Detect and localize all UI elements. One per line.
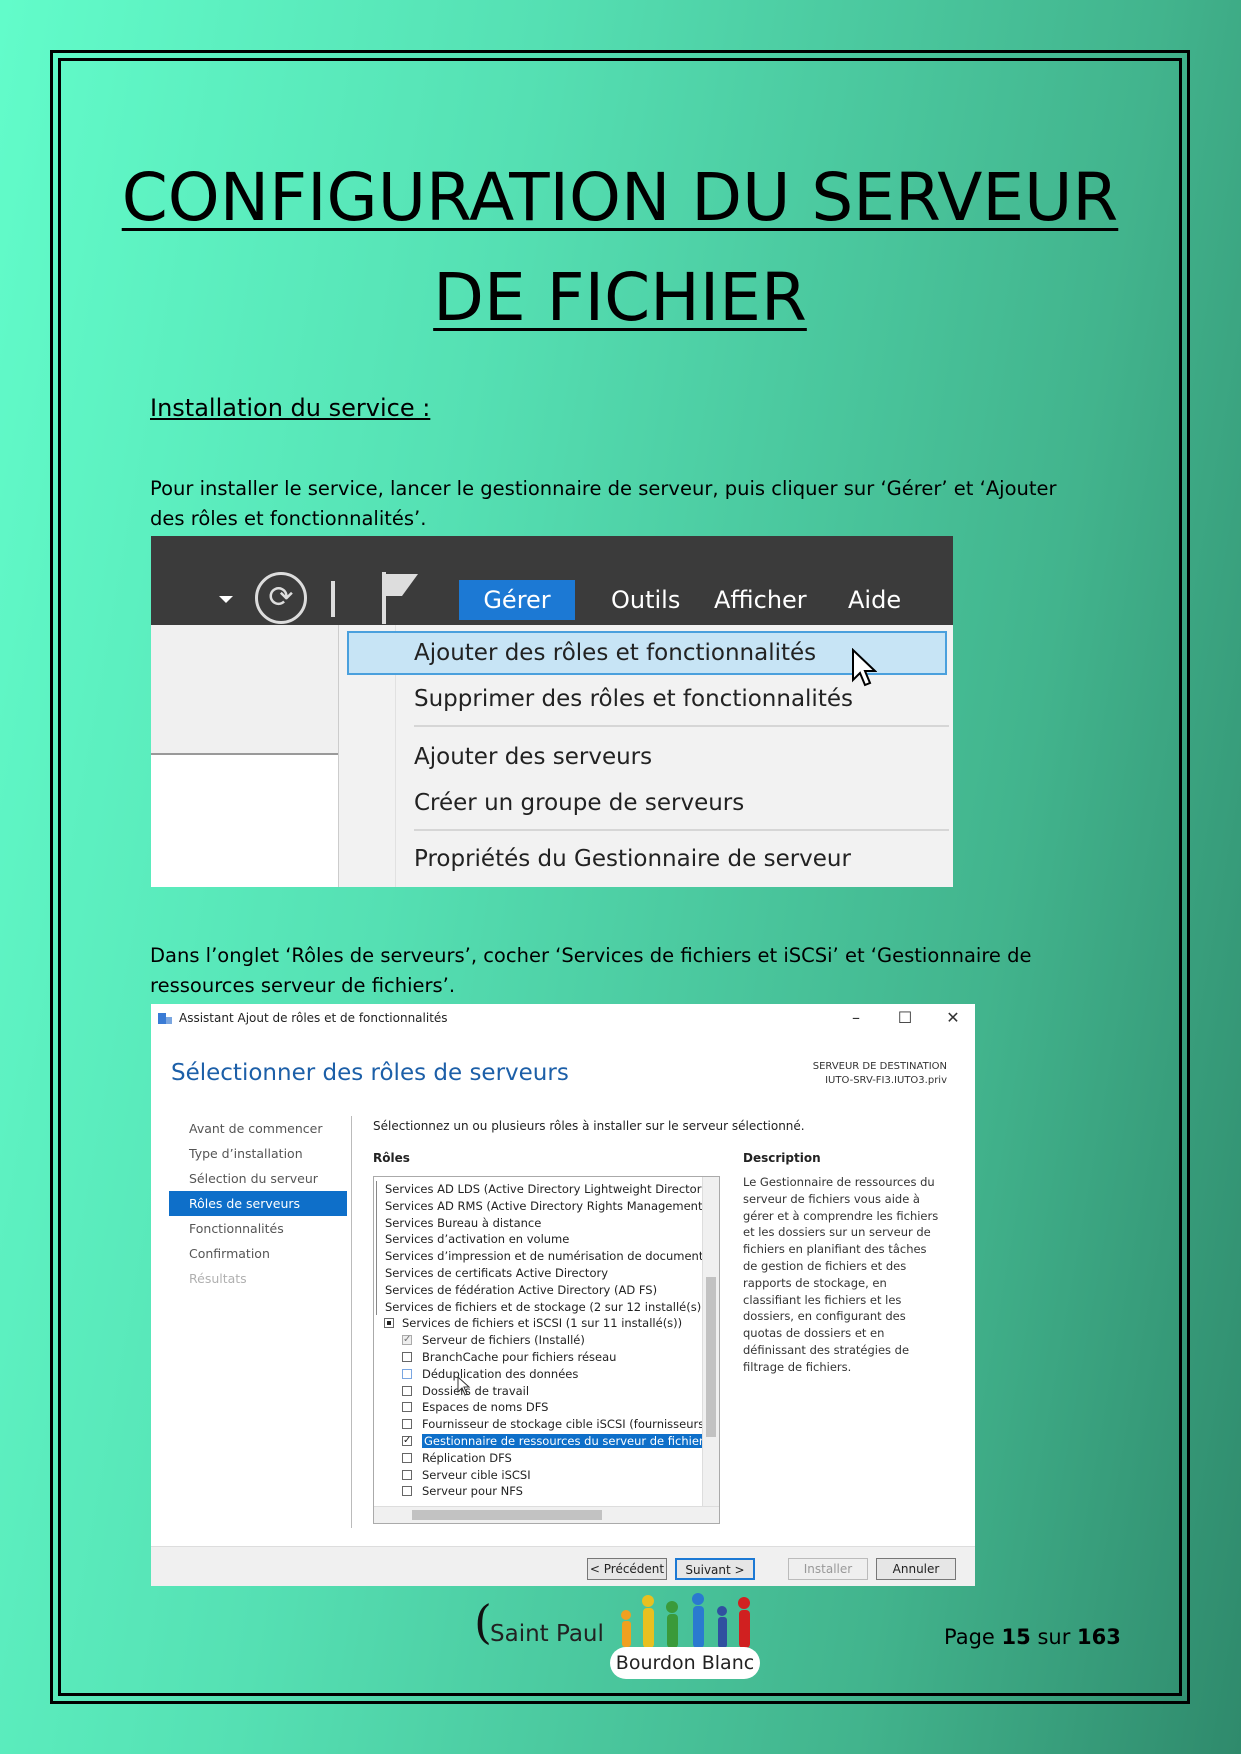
- role-item[interactable]: Services d’impression et de numérisation…: [376, 1248, 703, 1265]
- menu-item-remove-roles[interactable]: Supprimer des rôles et fonctionnalités: [414, 681, 853, 717]
- page-title-line1: CONFIGURATION DU SERVEUR: [121, 159, 1119, 236]
- menu-afficher[interactable]: Afficher: [714, 580, 807, 620]
- destination-server: SERVEUR DE DESTINATION IUTO-SRV-FI3.IUTO…: [813, 1060, 947, 1088]
- next-button[interactable]: Suivant >: [675, 1558, 755, 1580]
- nav-item-confirmation[interactable]: Confirmation: [169, 1241, 347, 1266]
- vertical-scrollbar[interactable]: [702, 1177, 719, 1507]
- menu-item-add-servers[interactable]: Ajouter des serveurs: [414, 739, 652, 775]
- mouse-cursor-icon: [852, 648, 877, 687]
- wizard-app-icon: [158, 1013, 172, 1024]
- menu-separator: [414, 725, 949, 727]
- destination-label: SERVEUR DE DESTINATION: [812, 1061, 947, 1072]
- close-button[interactable]: ✕: [943, 1008, 963, 1027]
- page-sep: sur: [1037, 1625, 1071, 1649]
- wizard-heading: Sélectionner des rôles de serveurs: [171, 1060, 569, 1086]
- window-title: Assistant Ajout de rôles et de fonctionn…: [179, 1011, 448, 1025]
- role-item[interactable]: Réplication DFS: [374, 1450, 699, 1467]
- role-item[interactable]: Fournisseur de stockage cible iSCSI (fou…: [374, 1416, 714, 1433]
- menu-aide[interactable]: Aide: [848, 580, 901, 620]
- refresh-icon[interactable]: ⟳: [255, 572, 307, 624]
- page-number: Page 15 sur 163: [944, 1625, 1121, 1649]
- section-heading: Installation du service :: [150, 394, 431, 422]
- menu-item-properties[interactable]: Propriétés du Gestionnaire de serveur: [414, 841, 851, 877]
- role-item[interactable]: Services AD RMS (Active Directory Rights…: [376, 1197, 713, 1215]
- screenshot-manage-menu: ⟳ Gérer Outils Afficher Aide Ajouter des…: [151, 536, 953, 887]
- menu-item-add-roles[interactable]: Ajouter des rôles et fonctionnalités: [414, 635, 816, 671]
- roles-label: Rôles: [373, 1151, 410, 1165]
- nav-item-before-start[interactable]: Avant de commencer: [169, 1116, 347, 1141]
- nav-item-server-selection[interactable]: Sélection du serveur: [169, 1166, 347, 1191]
- mouse-cursor-icon: [457, 1376, 471, 1396]
- role-item[interactable]: Services d’activation en volume: [376, 1231, 699, 1249]
- paragraph-1: Pour installer le service, lancer le ges…: [150, 477, 1057, 530]
- description-label: Description: [743, 1151, 821, 1165]
- menu-separator: [414, 829, 949, 831]
- role-item[interactable]: Dossiers de travail: [374, 1383, 699, 1400]
- checkbox-checked[interactable]: ✓: [402, 1435, 412, 1446]
- dropdown-caret-icon[interactable]: [219, 596, 233, 603]
- nav-item-features[interactable]: Fonctionnalités: [169, 1216, 347, 1241]
- role-item-fsrm-selected[interactable]: ✓ Gestionnaire de ressources du serveur d…: [374, 1433, 712, 1450]
- role-item[interactable]: Services de fichiers et de stockage (2 s…: [376, 1298, 706, 1316]
- destination-server-name: IUTO-SRV-FI3.IUTO3.priv: [825, 1075, 947, 1086]
- role-item[interactable]: ✓ Serveur de fichiers (Installé): [374, 1332, 699, 1349]
- role-item[interactable]: Services Bureau à distance: [376, 1214, 699, 1232]
- logo-saint-paul: Saint Paul: [490, 1621, 604, 1647]
- wizard-footer: < Précédent Suivant > Installer Annuler: [151, 1546, 975, 1586]
- checkbox[interactable]: [402, 1486, 412, 1497]
- server-manager-left-pane: [151, 625, 338, 887]
- install-button: Installer: [788, 1558, 868, 1580]
- role-item[interactable]: Services AD LDS (Active Directory Lightw…: [376, 1181, 719, 1198]
- menu-item-create-group[interactable]: Créer un groupe de serveurs: [414, 785, 744, 821]
- checkbox[interactable]: [402, 1402, 412, 1413]
- roles-tree[interactable]: Services AD LDS (Active Directory Lightw…: [373, 1176, 720, 1524]
- flag-icon[interactable]: [378, 570, 422, 626]
- menu-gerer[interactable]: Gérer: [459, 580, 575, 620]
- role-item[interactable]: Services de fédération Active Directory …: [376, 1281, 699, 1299]
- scrollbar-thumb[interactable]: [706, 1277, 716, 1437]
- horizontal-scrollbar[interactable]: [374, 1506, 719, 1523]
- paragraph-2: Dans l’onglet ‘Rôles de serveurs’, coche…: [150, 944, 1032, 997]
- scrollbar-thumb[interactable]: [412, 1510, 602, 1520]
- school-logo: ( Saint Paul Bourdon Blanc: [474, 1585, 774, 1695]
- page-total: 163: [1077, 1625, 1121, 1649]
- role-item[interactable]: Services de certificats Active Directory: [376, 1264, 699, 1282]
- wizard-instruction: Sélectionnez un ou plusieurs rôles à ins…: [373, 1119, 805, 1133]
- checkbox[interactable]: [402, 1452, 412, 1463]
- menu-outils[interactable]: Outils: [611, 580, 680, 620]
- logo-bourdon-blanc: Bourdon Blanc: [610, 1647, 760, 1679]
- logo-figures-icon: [621, 1593, 750, 1648]
- window-titlebar: Assistant Ajout de rôles et de fonctionn…: [151, 1004, 975, 1034]
- page-title: CONFIGURATION DU SERVEUR DE FICHIER: [100, 148, 1140, 348]
- role-item[interactable]: Espaces de noms DFS: [374, 1399, 699, 1416]
- nav-item-install-type[interactable]: Type d’installation: [169, 1141, 347, 1166]
- minimize-button[interactable]: –: [846, 1008, 866, 1027]
- checkbox[interactable]: [402, 1419, 412, 1430]
- nav-item-server-roles[interactable]: Rôles de serveurs: [169, 1191, 347, 1216]
- checkbox[interactable]: [402, 1469, 412, 1480]
- checkbox[interactable]: [402, 1368, 412, 1379]
- previous-button[interactable]: < Précédent: [587, 1558, 667, 1580]
- checkbox-partial[interactable]: [384, 1318, 394, 1329]
- checkbox[interactable]: [402, 1385, 412, 1396]
- role-item[interactable]: Serveur pour NFS: [374, 1483, 699, 1500]
- screenshot-roles-wizard: Assistant Ajout de rôles et de fonctionn…: [151, 1004, 975, 1586]
- page-prefix: Page: [944, 1625, 995, 1649]
- wizard-nav: Avant de commencer Type d’installation S…: [169, 1116, 347, 1291]
- role-item-file-iscsi[interactable]: Services de fichiers et iSCSI (1 sur 11 …: [374, 1315, 699, 1332]
- role-item[interactable]: Serveur cible iSCSI: [374, 1467, 699, 1484]
- maximize-button[interactable]: ☐: [895, 1008, 915, 1027]
- roles-list: Services AD LDS (Active Directory Lightw…: [374, 1181, 719, 1500]
- cancel-button[interactable]: Annuler: [876, 1558, 956, 1580]
- role-item[interactable]: BranchCache pour fichiers réseau: [374, 1349, 699, 1366]
- toolbar-separator: [331, 581, 335, 617]
- nav-item-results: Résultats: [189, 1271, 247, 1286]
- server-manager-toolbar: ⟳ Gérer Outils Afficher Aide: [151, 536, 953, 625]
- role-description: Le Gestionnaire de ressources du serveur…: [743, 1175, 939, 1374]
- checkbox[interactable]: [402, 1351, 412, 1362]
- role-item[interactable]: Déduplication des données: [374, 1366, 699, 1383]
- page-title-line2: DE FICHIER: [433, 259, 807, 336]
- checkbox-checked-disabled: ✓: [402, 1334, 412, 1346]
- page-current: 15: [1001, 1625, 1031, 1649]
